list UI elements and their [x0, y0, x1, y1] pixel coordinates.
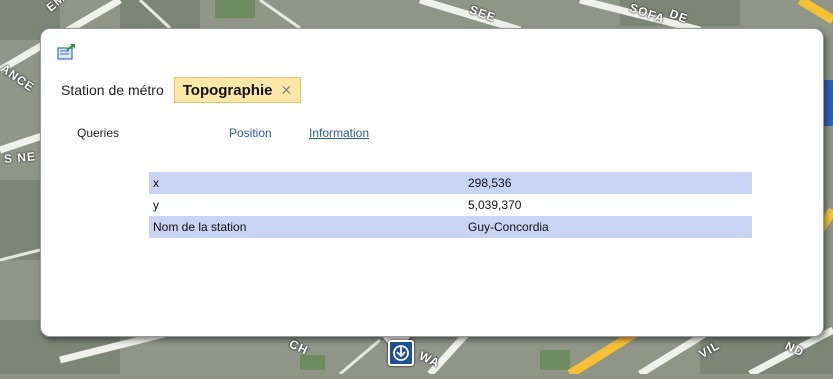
attribute-value: 298,536: [464, 172, 752, 194]
tab-information[interactable]: Information: [309, 126, 369, 140]
attributes-table: x 298,536 y 5,039,370 Nom de la station …: [149, 172, 752, 238]
attribute-name: y: [149, 194, 464, 216]
map-side-marker[interactable]: [823, 80, 833, 126]
close-icon[interactable]: ✕: [280, 82, 292, 99]
info-popup: Station de métro Topographie ✕ Queries P…: [40, 28, 824, 337]
layer-tag-label: Topographie: [182, 81, 273, 99]
table-row: Nom de la station Guy-Concordia: [149, 216, 752, 238]
street-label: S NE: [3, 149, 37, 166]
metro-icon: [393, 345, 409, 361]
layer-selector-row: Station de métro Topographie ✕: [61, 77, 302, 103]
layer-tag-topographie[interactable]: Topographie ✕: [173, 77, 302, 103]
table-row: y 5,039,370: [149, 194, 752, 216]
attribute-value: 5,039,370: [464, 194, 752, 216]
attribute-name: x: [149, 172, 464, 194]
table-row: x 298,536: [149, 172, 752, 194]
tab-position[interactable]: Position: [229, 126, 272, 140]
tab-queries[interactable]: Queries: [77, 126, 119, 140]
export-icon[interactable]: [57, 43, 77, 61]
attribute-value: Guy-Concordia: [464, 216, 752, 238]
attribute-name: Nom de la station: [149, 216, 464, 238]
metro-station-marker[interactable]: [388, 340, 414, 366]
layer-label: Station de métro: [61, 82, 164, 98]
